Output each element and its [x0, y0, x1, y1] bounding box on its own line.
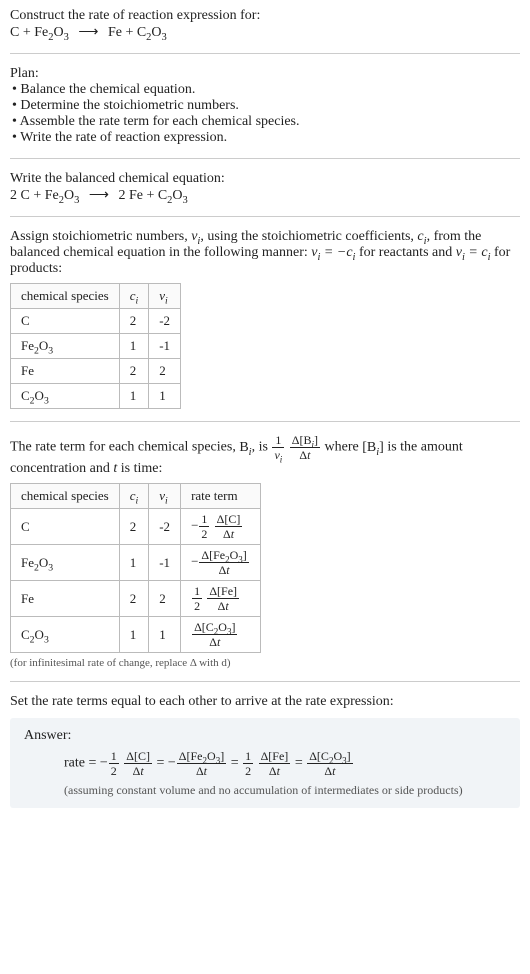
- plan-block: Plan: • Balance the chemical equation. •…: [10, 66, 520, 146]
- vi-cell: -1: [149, 545, 181, 581]
- table-row: Fe2O3 1 -1 −Δ[Fe2O3]Δt: [11, 545, 261, 581]
- col-species: chemical species: [11, 284, 120, 309]
- one-over-nu: 1νi: [272, 434, 284, 461]
- nu-eq2: νi = ci: [456, 245, 491, 260]
- species-cell: C2O3: [11, 384, 120, 409]
- rate-expression: rate = −12 Δ[C]Δt = −Δ[Fe2O3]Δt = 12 Δ[F…: [24, 750, 506, 777]
- rate-cell: Δ[C2O3]Δt: [181, 617, 261, 653]
- species-cell: C2O3: [11, 617, 120, 653]
- prompt-text: Construct the rate of reaction expressio…: [10, 8, 520, 24]
- assign-text: , using the stoichiometric coefficients,: [200, 229, 417, 244]
- divider: [10, 53, 520, 54]
- plan-item: • Write the rate of reaction expression.: [10, 130, 520, 146]
- col-species: chemical species: [11, 484, 120, 509]
- rate-cell: −12 Δ[C]Δt: [181, 509, 261, 545]
- species-cell: Fe2O3: [11, 545, 120, 581]
- rate-intro: where: [325, 440, 363, 455]
- table-row: C2O3 1 1 Δ[C2O3]Δt: [11, 617, 261, 653]
- unbalanced-equation: C + Fe2O3 ⟶ Fe + C2O3: [10, 24, 520, 41]
- ci-cell: 2: [119, 359, 149, 384]
- plan-item: • Balance the chemical equation.: [10, 82, 520, 98]
- rate-cell: 12 Δ[Fe]Δt: [181, 581, 261, 617]
- plan-item: • Assemble the rate term for each chemic…: [10, 114, 520, 130]
- ci-cell: 1: [119, 384, 149, 409]
- species-cell: C: [11, 509, 120, 545]
- table-row: C2O3 1 1: [11, 384, 181, 409]
- species-cell: Fe2O3: [11, 334, 120, 359]
- ci-cell: 2: [119, 309, 149, 334]
- vi-cell: -2: [149, 309, 181, 334]
- nu-eq: νi = −ci: [311, 245, 355, 260]
- col-vi: νi: [149, 284, 181, 309]
- table-row: Fe 2 2: [11, 359, 181, 384]
- table-row: C 2 -2 −12 Δ[C]Δt: [11, 509, 261, 545]
- dbi-dt: Δ[Bi]Δt: [290, 434, 320, 461]
- table-row: Fe2O3 1 -1: [11, 334, 181, 359]
- table-header-row: chemical species ci νi rate term: [11, 484, 261, 509]
- balanced-equation: 2 C + Fe2O3 ⟶ 2 Fe + C2O3: [10, 187, 520, 204]
- prompt-block: Construct the rate of reaction expressio…: [10, 8, 520, 41]
- plan-item: • Determine the stoichiometric numbers.: [10, 98, 520, 114]
- answer-note: (assuming constant volume and no accumul…: [24, 783, 506, 798]
- rate-table: chemical species ci νi rate term C 2 -2 …: [10, 483, 261, 653]
- rate-term-block: The rate term for each chemical species,…: [10, 434, 520, 669]
- table-header-row: chemical species ci νi: [11, 284, 181, 309]
- ci-cell: 1: [119, 545, 149, 581]
- final-block: Set the rate terms equal to each other t…: [10, 694, 520, 808]
- balanced-title: Write the balanced chemical equation:: [10, 171, 520, 187]
- vi-cell: -1: [149, 334, 181, 359]
- vi-cell: 2: [149, 359, 181, 384]
- vi-cell: 1: [149, 617, 181, 653]
- table-row: C 2 -2: [11, 309, 181, 334]
- c-symbol: ci: [417, 229, 426, 244]
- infinitesimal-note: (for infinitesimal rate of change, repla…: [10, 657, 520, 669]
- ci-cell: 1: [119, 617, 149, 653]
- balanced-block: Write the balanced chemical equation: 2 …: [10, 171, 520, 204]
- divider: [10, 681, 520, 682]
- assign-text: Assign stoichiometric numbers,: [10, 229, 191, 244]
- species-cell: Fe: [11, 581, 120, 617]
- answer-box: Answer: rate = −12 Δ[C]Δt = −Δ[Fe2O3]Δt …: [10, 718, 520, 808]
- ci-cell: 1: [119, 334, 149, 359]
- divider: [10, 158, 520, 159]
- divider: [10, 421, 520, 422]
- rate-intro: The rate term for each chemical species,: [10, 440, 239, 455]
- species-cell: Fe: [11, 359, 120, 384]
- assign-text: for reactants and: [355, 245, 455, 260]
- rate-intro: , is: [252, 440, 272, 455]
- answer-label: Answer:: [24, 728, 506, 744]
- rate-cell: −Δ[Fe2O3]Δt: [181, 545, 261, 581]
- table-row: Fe 2 2 12 Δ[Fe]Δt: [11, 581, 261, 617]
- assign-block: Assign stoichiometric numbers, νi, using…: [10, 229, 520, 409]
- species-cell: C: [11, 309, 120, 334]
- col-rate: rate term: [181, 484, 261, 509]
- ci-cell: 2: [119, 581, 149, 617]
- vi-cell: -2: [149, 509, 181, 545]
- nu-symbol: νi: [191, 229, 200, 244]
- col-ci: ci: [119, 284, 149, 309]
- col-ci: ci: [119, 484, 149, 509]
- b-symbol: Bi: [239, 440, 251, 455]
- vi-cell: 2: [149, 581, 181, 617]
- stoich-table: chemical species ci νi C 2 -2 Fe2O3 1 -1…: [10, 283, 181, 409]
- ci-cell: 2: [119, 509, 149, 545]
- plan-title: Plan:: [10, 66, 520, 82]
- vi-cell: 1: [149, 384, 181, 409]
- divider: [10, 216, 520, 217]
- col-vi: νi: [149, 484, 181, 509]
- bi-conc: [Bi]: [362, 440, 384, 455]
- final-title: Set the rate terms equal to each other t…: [10, 694, 520, 710]
- rate-intro: is time:: [117, 461, 162, 476]
